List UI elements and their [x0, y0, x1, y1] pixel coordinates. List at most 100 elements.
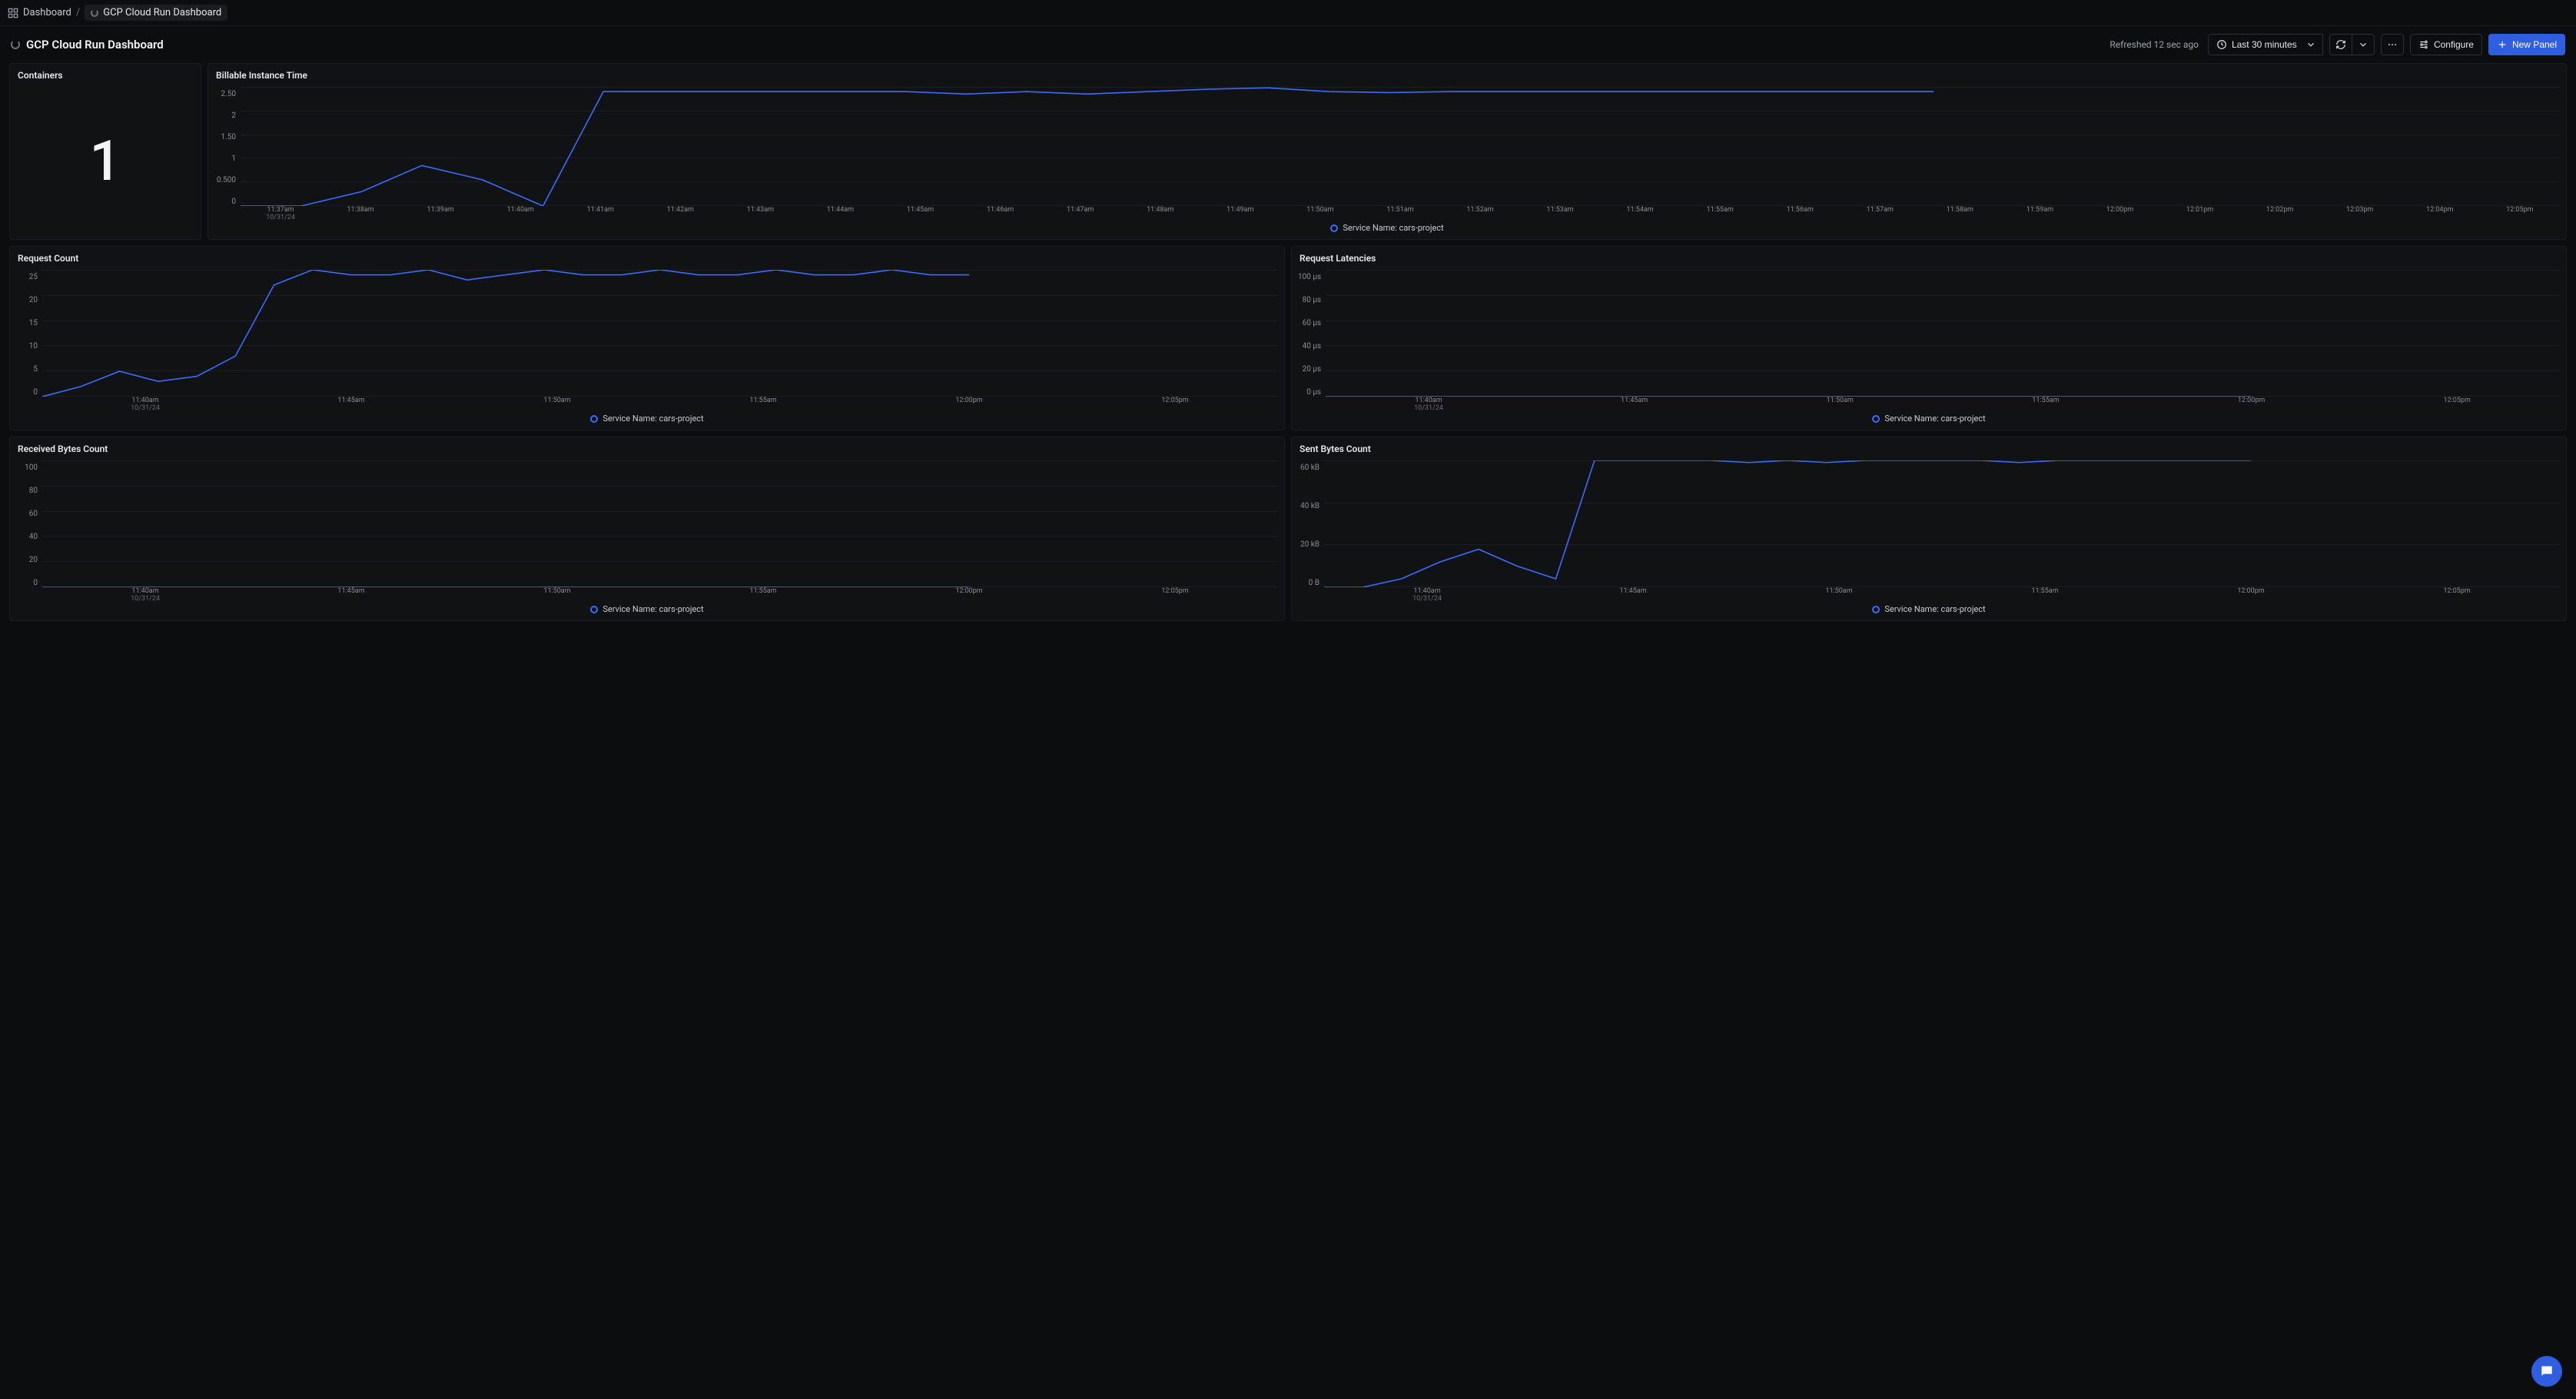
legend[interactable]: Service Name: cars-project — [1298, 601, 2560, 616]
panel-request-latencies[interactable]: Request Latencies 100 µs80 µs60 µs40 µs2… — [1291, 246, 2567, 430]
time-range-picker[interactable]: Last 30 minutes — [2208, 34, 2323, 55]
legend-swatch-icon — [590, 415, 598, 423]
x-tick: 12:00pm — [2148, 587, 2354, 601]
time-range-label: Last 30 minutes — [2232, 39, 2297, 50]
sliders-icon — [2418, 39, 2429, 50]
clock-icon — [2216, 39, 2227, 50]
x-tick: 11:55am — [1943, 397, 2149, 410]
y-tick: 0 — [33, 579, 38, 587]
legend[interactable]: Service Name: cars-project — [1298, 410, 2560, 425]
ellipsis-icon — [2387, 39, 2398, 50]
x-tick: 11:40am10/31/24 — [1324, 587, 1530, 601]
x-tick: 11:56am — [1760, 206, 1840, 220]
legend[interactable]: Service Name: cars-project — [16, 410, 1278, 425]
x-tick: 11:50am — [1737, 397, 1943, 410]
y-tick: 1.50 — [221, 133, 237, 141]
y-tick: 20 µs — [1303, 365, 1322, 374]
x-tick: 11:45am — [248, 397, 454, 410]
panel-received-bytes[interactable]: Received Bytes Count 100806040200 11:40a… — [9, 437, 1285, 621]
x-tick: 12:05pm — [2354, 397, 2560, 410]
stat-value: 1 — [90, 128, 121, 194]
x-tick: 11:46am — [961, 206, 1041, 220]
y-tick: 0 — [231, 198, 236, 206]
breadcrumb-current: GCP Cloud Run Dashboard — [103, 7, 221, 18]
panel-containers[interactable]: Containers 1 — [9, 63, 201, 240]
x-tick: 11:44am — [800, 206, 880, 220]
y-tick: 100 µs — [1298, 273, 1321, 281]
legend-label: Service Name: cars-project — [603, 604, 703, 614]
x-tick: 11:49am — [1200, 206, 1280, 220]
legend-label: Service Name: cars-project — [1884, 414, 1985, 424]
chart: 100806040200 11:40am10/31/2411:45am11:50… — [16, 460, 1278, 601]
y-axis: 60 kB40 kB20 kB0 B — [1298, 460, 1324, 601]
x-tick: 11:58am — [1920, 206, 2000, 220]
x-tick: 11:50am — [454, 397, 660, 410]
y-tick: 10 — [29, 342, 38, 351]
chevron-down-icon — [2358, 39, 2369, 50]
y-tick: 60 kB — [1300, 464, 1320, 472]
panel-request-count[interactable]: Request Count 2520151050 11:40am10/31/24… — [9, 246, 1285, 430]
plot-area: 11:40am10/31/2411:45am11:50am11:55am12:0… — [1324, 460, 2560, 601]
y-tick: 15 — [29, 319, 38, 327]
y-axis: 100806040200 — [16, 460, 42, 601]
x-tick: 11:40am10/31/24 — [1326, 397, 1532, 410]
x-axis: 11:40am10/31/2411:45am11:50am11:55am12:0… — [42, 587, 1278, 601]
stat-value-wrap: 1 — [10, 87, 201, 239]
y-tick: 25 — [29, 273, 38, 281]
panel-title: Containers — [10, 64, 201, 87]
panel-title: Request Count — [10, 247, 1284, 270]
configure-button[interactable]: Configure — [2410, 34, 2482, 55]
x-tick: 11:40am10/31/24 — [42, 587, 248, 601]
new-panel-button[interactable]: New Panel — [2488, 34, 2565, 55]
x-tick: 12:04pm — [2400, 206, 2480, 220]
breadcrumb-root[interactable]: Dashboard — [23, 7, 71, 18]
x-tick: 12:05pm — [2354, 587, 2560, 601]
y-axis: 2.5021.5010.5000 — [214, 87, 241, 220]
x-tick: 11:55am — [1680, 206, 1760, 220]
x-tick: 11:47am — [1041, 206, 1120, 220]
refresh-interval-button[interactable] — [2352, 34, 2375, 55]
legend[interactable]: Service Name: cars-project — [16, 601, 1278, 616]
x-tick: 11:43am — [720, 206, 800, 220]
x-tick: 12:02pm — [2240, 206, 2320, 220]
x-tick: 12:00pm — [2149, 397, 2355, 410]
more-button[interactable] — [2381, 34, 2404, 55]
page-header: GCP Cloud Run Dashboard Refreshed 12 sec… — [0, 26, 2576, 63]
x-axis: 11:40am10/31/2411:45am11:50am11:55am12:0… — [1326, 397, 2560, 410]
y-tick: 0 — [33, 388, 38, 397]
x-tick: 11:55am — [660, 587, 866, 601]
page-title: GCP Cloud Run Dashboard — [26, 38, 164, 52]
plot-area: 11:40am10/31/2411:45am11:50am11:55am 12:0… — [42, 270, 1278, 410]
refresh-button[interactable] — [2329, 34, 2352, 55]
plot-area: 11:40am10/31/2411:45am11:50am11:55am12:0… — [1326, 270, 2560, 410]
plot-area: 11:37am10/31/2411:38am11:39am11:40am11:4… — [241, 87, 2560, 220]
legend-label: Service Name: cars-project — [1343, 223, 1443, 233]
legend[interactable]: Service Name: cars-project — [214, 220, 2560, 234]
x-tick: 11:40am — [480, 206, 560, 220]
panel-title: Sent Bytes Count — [1292, 437, 2566, 460]
x-tick: 11:52am — [1440, 206, 1520, 220]
panel-billable-instance-time[interactable]: Billable Instance Time 2.5021.5010.5000 … — [207, 63, 2567, 240]
x-tick: 11:40am10/31/24 — [42, 397, 248, 410]
x-tick: 12:05pm — [1072, 397, 1278, 410]
legend-label: Service Name: cars-project — [1884, 604, 1985, 614]
panel-title: Received Bytes Count — [10, 437, 1284, 460]
x-tick: 11:55am — [660, 397, 866, 410]
refresh-icon — [2335, 39, 2346, 50]
panel-sent-bytes[interactable]: Sent Bytes Count 60 kB40 kB20 kB0 B 11:4… — [1291, 437, 2567, 621]
x-tick: 11:38am — [320, 206, 400, 220]
refreshed-label: Refreshed 12 sec ago — [2110, 39, 2199, 50]
chart: 2520151050 11:40am10/31/2411:45am11:50am… — [16, 270, 1278, 410]
x-tick: 11:45am — [1530, 587, 1736, 601]
breadcrumb-current-pill[interactable]: GCP Cloud Run Dashboard — [85, 5, 227, 21]
x-tick: 12:00pm — [866, 587, 1072, 601]
chat-launcher-button[interactable] — [2531, 1356, 2562, 1387]
y-tick: 40 kB — [1300, 502, 1320, 510]
x-tick: 11:41am — [560, 206, 640, 220]
y-tick: 1 — [231, 155, 236, 163]
breadcrumb-sep: / — [76, 7, 80, 18]
y-tick: 0.500 — [217, 176, 236, 184]
y-tick: 20 — [29, 296, 38, 304]
x-tick: 12:01pm — [2160, 206, 2240, 220]
y-tick: 20 kB — [1300, 540, 1320, 549]
